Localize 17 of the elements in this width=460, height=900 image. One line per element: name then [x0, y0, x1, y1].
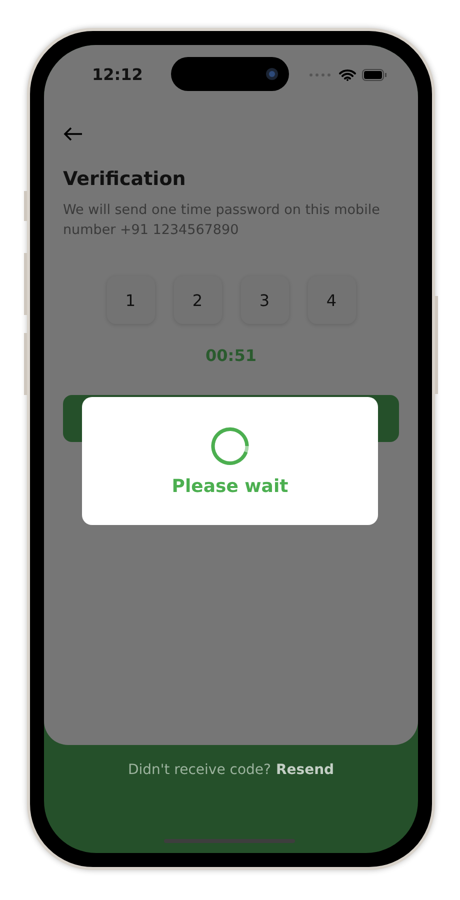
loading-spinner-icon	[210, 426, 250, 466]
resend-prompt: Didn't receive code?	[128, 762, 271, 778]
otp-digit-field[interactable]: 4	[308, 276, 356, 324]
status-time: 12:12	[92, 65, 143, 84]
battery-icon	[362, 68, 387, 80]
page-title: Verification	[63, 168, 186, 190]
back-arrow-icon[interactable]	[63, 127, 83, 141]
otp-digit-field[interactable]: 3	[240, 276, 288, 324]
resend-link[interactable]: Resend	[276, 762, 334, 778]
description-text: We will send one time password on this mobile number +91 1234567890	[63, 201, 381, 240]
camera-icon	[265, 67, 279, 81]
otp-digit-field[interactable]: 1	[106, 276, 154, 324]
wifi-icon	[339, 68, 356, 80]
signal-icon	[309, 72, 333, 76]
loading-message: Please wait	[172, 476, 288, 496]
otp-digit-field[interactable]: 2	[174, 276, 222, 324]
countdown-timer: 00:51	[206, 346, 256, 365]
